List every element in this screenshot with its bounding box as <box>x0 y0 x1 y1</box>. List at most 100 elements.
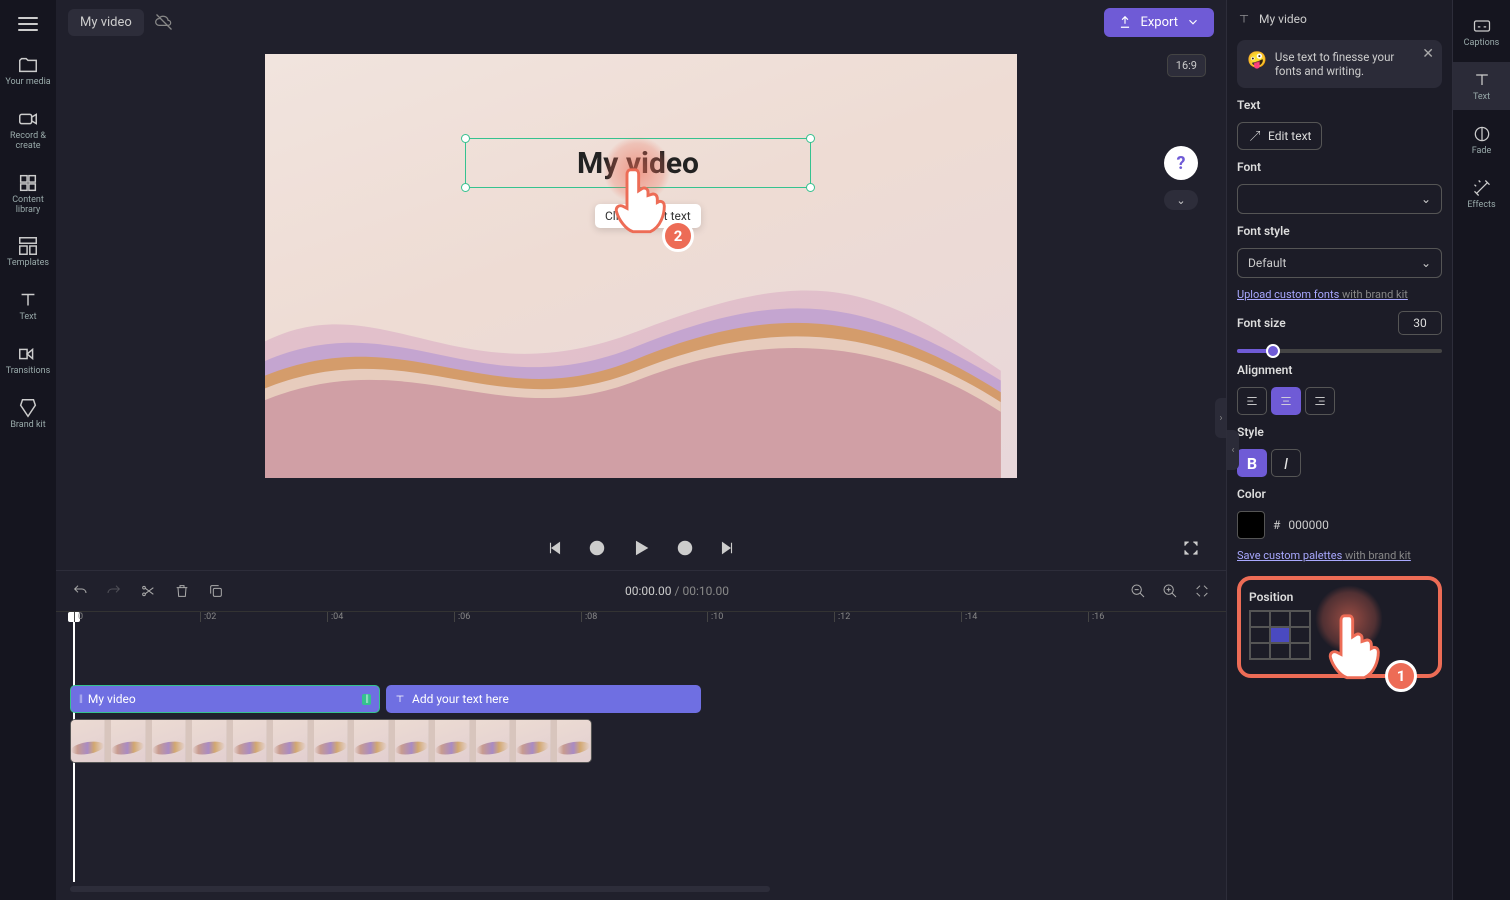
duplicate-button[interactable] <box>208 583 224 599</box>
track-video[interactable] <box>70 719 592 763</box>
ruler-tick: :02 <box>200 612 216 622</box>
color-swatch[interactable] <box>1237 511 1265 539</box>
sidebar-templates[interactable]: Templates <box>0 229 56 275</box>
edit-text-button[interactable]: Edit text <box>1237 122 1322 150</box>
color-hex[interactable]: 000000 <box>1288 518 1328 532</box>
pos-br[interactable] <box>1290 643 1310 659</box>
undo-button[interactable] <box>72 583 88 599</box>
delete-button[interactable] <box>174 583 190 599</box>
rail-label: Effects <box>1467 200 1495 210</box>
font-size-slider[interactable] <box>1237 349 1442 353</box>
rail-fade[interactable]: Fade <box>1453 116 1510 164</box>
edit-text-label: Edit text <box>1268 129 1311 143</box>
slider-thumb[interactable] <box>1266 344 1280 358</box>
text-clip-icon <box>394 693 406 705</box>
pos-tc[interactable] <box>1270 611 1290 627</box>
sidebar-text[interactable]: Text <box>0 283 56 329</box>
scroll-down-hint[interactable]: ⌄ <box>1164 190 1198 210</box>
resize-handle-br[interactable] <box>806 183 815 192</box>
redo-button[interactable] <box>106 583 122 599</box>
sidebar-transitions[interactable]: Transitions <box>0 337 56 383</box>
clip-grip-right[interactable]: || <box>362 694 371 705</box>
resize-handle-tl[interactable] <box>461 134 470 143</box>
rail-captions[interactable]: Captions <box>1453 8 1510 56</box>
rail-text[interactable]: Text <box>1453 62 1510 110</box>
font-size-input[interactable] <box>1398 311 1442 335</box>
zoom-out-button[interactable] <box>1130 583 1146 599</box>
rewind-5-button[interactable]: 5 <box>588 539 606 561</box>
folder-icon <box>17 54 39 76</box>
skip-end-button[interactable] <box>718 539 736 561</box>
pos-bl[interactable] <box>1250 643 1270 659</box>
clip-grip-left[interactable]: || <box>79 694 82 705</box>
play-button[interactable] <box>630 537 652 563</box>
pos-mr[interactable] <box>1290 627 1310 643</box>
sidebar-item-label: Templates <box>7 259 49 269</box>
timeline-ruler[interactable]: 0:02:04:06:08:10:12:14:16 <box>56 611 1226 635</box>
chevron-down-icon <box>1186 15 1200 29</box>
pos-ml[interactable] <box>1250 627 1270 643</box>
timeline-time: 00:00.00 / 00:10.00 <box>242 584 1112 598</box>
resize-handle-bl[interactable] <box>461 183 470 192</box>
brandkit-icon <box>17 397 39 419</box>
video-canvas[interactable]: My video Click to edit text 2 <box>265 54 1017 478</box>
hamburger-menu[interactable] <box>12 8 44 40</box>
cloud-off-icon[interactable] <box>154 12 174 32</box>
align-left-button[interactable] <box>1237 387 1267 415</box>
timeline-h-scrollbar[interactable] <box>70 886 770 892</box>
breadcrumb-text: My video <box>1259 12 1307 26</box>
templates-icon <box>17 235 39 257</box>
pos-tr[interactable] <box>1290 611 1310 627</box>
aspect-ratio-badge[interactable]: 16:9 <box>1167 54 1206 77</box>
fullscreen-button[interactable] <box>1182 539 1200 561</box>
close-hint-button[interactable]: ✕ <box>1422 46 1434 62</box>
rail-label: Text <box>1473 92 1490 102</box>
pos-tl[interactable] <box>1250 611 1270 627</box>
hint-text: Use text to finesse your fonts and writi… <box>1275 50 1414 78</box>
timeline: 00:00.00 / 00:10.00 0:02:04:06:08:10:12:… <box>56 570 1226 900</box>
sidebar-record-create[interactable]: Record & create <box>0 102 56 158</box>
top-header: My video Export <box>56 0 1226 44</box>
align-center-button[interactable] <box>1271 387 1301 415</box>
help-button[interactable]: ? <box>1164 146 1198 180</box>
font-style-value: Default <box>1248 256 1286 270</box>
save-palettes-link[interactable]: Save custom palettes with brand kit <box>1237 549 1442 562</box>
ruler-tick: :16 <box>1088 612 1104 622</box>
export-button[interactable]: Export <box>1104 8 1214 37</box>
project-title[interactable]: My video <box>68 9 144 36</box>
split-button[interactable] <box>140 583 156 599</box>
bold-button[interactable]: B <box>1237 449 1267 477</box>
track-text-2[interactable]: Add your text here <box>386 685 701 713</box>
skip-start-button[interactable] <box>546 539 564 561</box>
forward-5-button[interactable]: 5 <box>676 539 694 561</box>
ruler-tick: :08 <box>581 612 597 622</box>
ruler-tick: :14 <box>961 612 977 622</box>
total-duration: 00:10.00 <box>682 584 729 598</box>
sidebar-brand-kit[interactable]: Brand kit <box>0 391 56 437</box>
right-rail: Captions Text Fade Effects <box>1452 0 1510 900</box>
fade-icon <box>1472 124 1492 144</box>
tutorial-pointer-2 <box>611 164 671 234</box>
align-right-button[interactable] <box>1305 387 1335 415</box>
sidebar-your-media[interactable]: Your media <box>0 48 56 94</box>
rail-effects[interactable]: Effects <box>1453 170 1510 218</box>
font-style-select[interactable]: Default ⌄ <box>1237 248 1442 278</box>
font-select[interactable]: ⌄ <box>1237 184 1442 214</box>
text-icon <box>17 289 39 311</box>
sidebar-content-library[interactable]: Content library <box>0 166 56 222</box>
pos-bc[interactable] <box>1270 643 1290 659</box>
position-grid[interactable] <box>1249 610 1311 660</box>
upload-icon <box>1118 15 1132 29</box>
sidebar-item-label: Transitions <box>6 367 51 377</box>
track-text-1[interactable]: || My video || <box>70 685 380 713</box>
collapse-panel-handle[interactable]: ‹ <box>1227 430 1239 470</box>
zoom-in-button[interactable] <box>1162 583 1178 599</box>
hint-card: 🤪 Use text to finesse your fonts and wri… <box>1237 40 1442 88</box>
ruler-tick: :06 <box>454 612 470 622</box>
zoom-fit-button[interactable] <box>1194 583 1210 599</box>
link-text: Save custom palettes <box>1237 549 1342 562</box>
italic-button[interactable]: I <box>1271 449 1301 477</box>
pos-mc[interactable] <box>1270 627 1290 643</box>
resize-handle-tr[interactable] <box>806 134 815 143</box>
upload-fonts-link[interactable]: Upload custom fonts with brand kit <box>1237 288 1442 301</box>
